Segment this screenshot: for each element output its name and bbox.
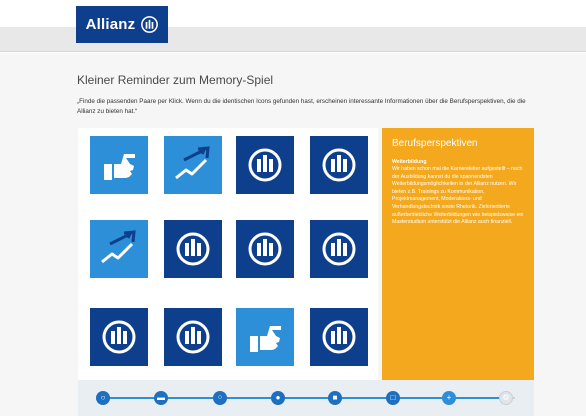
memory-card[interactable] [310,136,368,194]
intro-text: „Finde die passenden Paare per Klick. We… [77,98,526,115]
chat-icon[interactable]: ■ [328,391,342,405]
top-bar: Allianz [0,0,586,52]
memory-board [78,128,378,380]
folder-icon[interactable]: ▬ [154,391,168,405]
allianz-eagle-icon [141,16,159,33]
memory-card[interactable] [310,308,368,366]
allianz-logo-icon [322,232,356,266]
memory-card[interactable] [90,136,148,194]
page-title: Kleiner Reminder zum Memory-Spiel [77,73,274,87]
info-subtitle: Weiterbildung [392,159,427,165]
growth-arrow-icon [101,230,136,264]
memory-card[interactable] [164,136,222,194]
gear-icon[interactable]: ⚙ [499,391,513,405]
thumbs-up-icon [104,154,135,180]
allianz-logo-icon [322,320,356,354]
info-body: Wir haben schon mal die Karriereleiter a… [392,166,524,226]
logo-text: Allianz [85,16,136,33]
allianz-logo[interactable]: Allianz [76,6,168,43]
allianz-logo-icon [102,320,136,354]
progress-bar: ○ ▬ ⁘ ● ■ □ + ⚙ [78,380,534,416]
allianz-logo-icon [176,320,210,354]
memory-card[interactable] [90,220,148,278]
memory-card[interactable] [236,220,294,278]
allianz-logo-icon [248,148,282,182]
window-icon[interactable]: □ [386,391,400,405]
search-icon[interactable]: ○ [96,391,110,405]
info-panel: Berufsperspektiven Weiterbildung Wir hab… [382,128,534,380]
growth-arrow-icon [175,146,210,180]
memory-card[interactable] [90,308,148,366]
thumbs-up-icon [250,326,281,352]
memory-card[interactable] [236,308,294,366]
people-icon[interactable]: ● [271,391,285,405]
allianz-logo-icon [322,148,356,182]
allianz-logo-icon [248,232,282,266]
memory-card[interactable] [236,136,294,194]
allianz-logo-icon [176,232,210,266]
memory-card[interactable] [164,308,222,366]
plus-icon[interactable]: + [442,391,456,405]
network-icon[interactable]: ⁘ [213,391,227,405]
memory-card[interactable] [164,220,222,278]
memory-card[interactable] [310,220,368,278]
info-title: Berufsperspektiven [392,138,478,149]
